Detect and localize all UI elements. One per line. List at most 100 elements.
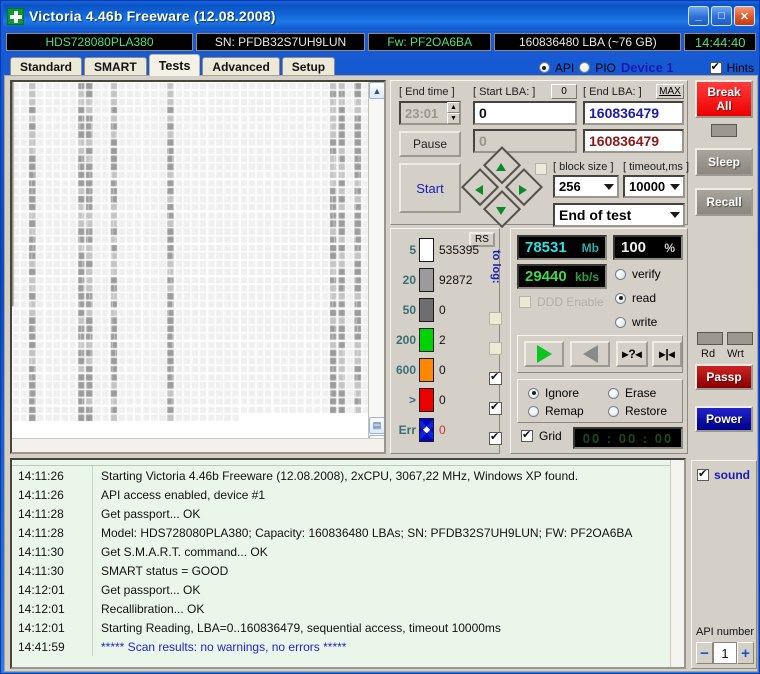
action-ignore-row[interactable]: Ignore [528, 386, 579, 400]
action-restore-row[interactable]: Restore [608, 404, 667, 418]
pio-radio[interactable] [579, 62, 591, 73]
recall-button[interactable]: Recall [695, 188, 753, 216]
tab-standard[interactable]: Standard [10, 57, 83, 76]
end-time-spinner[interactable]: ▲ ▼ [447, 102, 460, 124]
legend-row: 50 0 [391, 295, 501, 324]
tab-setup[interactable]: Setup [281, 57, 336, 76]
start-lba-caption: [ Start LBA: ] [473, 86, 536, 98]
restore-radio[interactable] [608, 405, 619, 417]
hints-checkbox[interactable] [709, 60, 722, 74]
nav-up-icon[interactable] [496, 163, 506, 171]
log-panel[interactable]: 14:11:26 Starting Victoria 4.46b Freeware… [10, 458, 686, 669]
nav-right-icon[interactable] [519, 185, 527, 195]
break-all-line2: All [716, 99, 732, 113]
pio-label: PIO [595, 60, 616, 75]
mode-write-row[interactable]: write [615, 315, 657, 329]
log-timestamp: 14:11:28 [18, 506, 64, 521]
play-forward-icon [536, 345, 552, 363]
play-backward-button[interactable] [570, 341, 610, 367]
percent-unit: % [664, 240, 675, 255]
nav-down-icon[interactable] [496, 207, 506, 215]
to-log-checkbox[interactable] [489, 430, 502, 445]
client-area: ▲ ▤ ▼ [ End time ] [ Start LBA: ] 0 [ En… [4, 75, 758, 672]
log-rows: 14:11:26 Starting Victoria 4.46b Freeware… [12, 466, 684, 656]
ignore-label: Ignore [545, 386, 580, 400]
grid-toggle-row[interactable]: Grid [521, 428, 562, 443]
read-radio[interactable] [615, 292, 626, 304]
log-vertical-scrollbar[interactable] [670, 460, 684, 667]
legend-threshold: 20 [402, 272, 416, 287]
api-decrement-button[interactable]: − [696, 642, 713, 664]
to-log-checkbox[interactable] [489, 370, 502, 385]
random-seek-button[interactable]: ▸?◂ [616, 341, 648, 367]
to-log-checkbox[interactable] [489, 400, 502, 415]
seek-end-button[interactable]: ▸|◂ [652, 341, 682, 367]
timeout-select[interactable]: 10000 [623, 175, 685, 198]
sector-map-canvas[interactable] [12, 82, 370, 438]
api-radio[interactable] [538, 62, 550, 73]
break-all-button[interactable]: Break All [695, 80, 753, 118]
map-horizontal-scrollbar[interactable] [12, 438, 384, 452]
tab-tests[interactable]: Tests [148, 54, 201, 76]
mode-verify-row[interactable]: verify [615, 267, 661, 281]
grid-checkbox[interactable] [521, 428, 533, 442]
nav-loop-checkbox[interactable] [535, 163, 547, 175]
sound-checkbox[interactable] [697, 467, 709, 481]
pause-button[interactable]: Pause [399, 131, 461, 157]
minimize-button[interactable]: _ [688, 6, 709, 26]
action-erase-row[interactable]: Erase [608, 386, 656, 400]
legend-count: 0 [439, 302, 446, 317]
chevron-down-icon[interactable] [604, 183, 614, 190]
block-size-select[interactable]: 256 [553, 175, 619, 198]
start-button[interactable]: Start [399, 163, 461, 213]
log-entry: 14:11:26 Starting Victoria 4.46b Freeware… [12, 466, 684, 485]
map-vertical-scrollbar[interactable]: ▲ ▤ ▼ [368, 82, 384, 452]
api-label: API [554, 60, 575, 75]
sound-label: sound [714, 468, 750, 482]
window-controls: _ □ ✕ [688, 6, 755, 26]
remap-label: Remap [545, 404, 584, 418]
chevron-down-icon[interactable] [670, 212, 680, 218]
erase-radio[interactable] [608, 387, 619, 399]
end-of-test-select[interactable]: End of test [553, 203, 685, 227]
chevron-down-icon[interactable] [670, 183, 680, 190]
log-timestamp: 14:12:01 [18, 582, 65, 597]
to-log-checkbox[interactable] [489, 342, 502, 355]
sleep-button[interactable]: Sleep [695, 148, 753, 176]
to-log-checkbox[interactable] [489, 312, 502, 325]
play-forward-button[interactable] [524, 341, 564, 367]
end-lba-field[interactable]: 160836479 [583, 101, 684, 125]
end-lba-max-button[interactable]: MAX [656, 84, 684, 99]
nav-left-icon[interactable] [475, 185, 483, 195]
close-button[interactable]: ✕ [734, 6, 755, 26]
sound-toggle-row[interactable]: sound [697, 467, 750, 482]
ddd-enable-checkbox[interactable] [519, 296, 531, 308]
api-number-label: API number [696, 626, 755, 638]
power-button[interactable]: Power [695, 406, 753, 432]
scroll-up-icon[interactable]: ▲ [369, 82, 384, 99]
block-grade-legend: RS 5 535395 20 92872 50 0 200 2 600 0 >0 Err 0 [390, 228, 500, 454]
write-radio[interactable] [615, 316, 626, 328]
verify-radio[interactable] [615, 268, 626, 280]
log-entry: 14:11:26 API access enabled, device #1 [12, 485, 684, 504]
sector-map-panel[interactable]: ▲ ▤ ▼ [10, 80, 386, 454]
legend-count: 535395 [439, 242, 480, 257]
tab-advanced[interactable]: Advanced [202, 57, 280, 76]
maximize-button[interactable]: □ [711, 6, 732, 26]
hints-label: Hints [726, 60, 754, 75]
api-number-stepper[interactable]: − 1 + [696, 642, 754, 664]
scroll-thumb-icon[interactable]: ▤ [369, 417, 384, 434]
ignore-radio[interactable] [528, 387, 539, 399]
mode-read-row[interactable]: read [615, 291, 656, 305]
legend-count: 0 [439, 422, 446, 437]
interface-selector: API PIO Device 1 Hints [538, 60, 754, 75]
api-increment-button[interactable]: + [737, 642, 754, 664]
action-remap-row[interactable]: Remap [528, 404, 584, 418]
remap-radio[interactable] [528, 405, 539, 417]
legend-color-swatch [419, 327, 434, 352]
direction-pad[interactable] [458, 146, 546, 234]
passport-button[interactable]: Passp [695, 364, 753, 390]
tab-smart[interactable]: SMART [84, 57, 147, 76]
start-lba-zero-button[interactable]: 0 [551, 84, 577, 99]
start-lba-field[interactable]: 0 [473, 101, 577, 125]
